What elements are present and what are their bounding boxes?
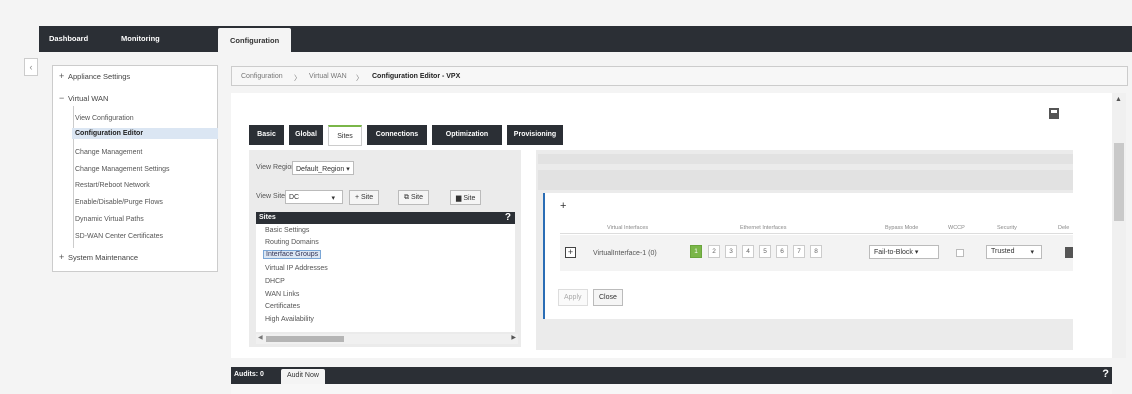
view-region-select[interactable]: Default_Region ▾ (292, 161, 354, 175)
breadcrumb-current: Configuration Editor - VPX (372, 73, 461, 80)
port-toggle-1[interactable]: 1 (690, 245, 702, 258)
view-site-select[interactable]: DC ▾ (285, 190, 343, 204)
sidebar-item-change-management[interactable]: Change Management (75, 149, 142, 156)
audits-bar: Audits: 0 Audit Now ? (231, 367, 1112, 384)
clone-site-button[interactable]: ⧉ Site (398, 190, 430, 205)
clone-icon: ⧉ (404, 194, 411, 201)
sidebar-item-system-maintenance[interactable]: + System Maintenance (59, 252, 138, 262)
port-toggle-3[interactable]: 3 (725, 245, 737, 258)
chevron-down-icon: ▾ (331, 195, 335, 202)
sites-header: Sites ? (256, 212, 515, 224)
sidebar-item-appliance-settings[interactable]: + Appliance Settings (59, 71, 130, 81)
sidebar-item-change-management-settings[interactable]: Change Management Settings (75, 166, 170, 173)
site-item-virtual-ip-addresses[interactable]: Virtual IP Addresses (265, 265, 328, 272)
site-item-dhcp[interactable]: DHCP (265, 278, 285, 285)
port-toggle-8[interactable]: 8 (810, 245, 822, 258)
chevron-right-icon: 〉 (356, 75, 363, 82)
add-interface-icon[interactable]: + (560, 200, 566, 212)
expand-icon[interactable]: + (565, 247, 576, 258)
tab-sites[interactable]: Sites (328, 125, 362, 146)
col-header-ethernet-interfaces: Ethernet Interfaces (740, 225, 787, 231)
audit-panel (231, 384, 1112, 394)
sidebar-item-enable-disable-purge-flows[interactable]: Enable/Disable/Purge Flows (75, 199, 163, 206)
vertical-scrollbar[interactable]: ▲ (1112, 93, 1126, 358)
apply-button[interactable]: Apply (558, 289, 588, 306)
view-site-label: View Site: (256, 193, 287, 200)
sidebar-item-configuration-editor[interactable]: Configuration Editor (72, 128, 218, 139)
minus-icon: − (59, 93, 65, 103)
col-header-security: Security (997, 225, 1017, 231)
audits-count: Audits: 0 (234, 371, 264, 378)
port-toggle-6[interactable]: 6 (776, 245, 788, 258)
help-icon[interactable]: ? (1102, 368, 1109, 380)
close-button[interactable]: Close (593, 289, 623, 306)
chevron-down-icon: ▾ (1030, 249, 1034, 256)
col-header-bypass-mode: Bypass Mode (885, 225, 919, 231)
chevron-left-icon: ‹ (29, 62, 33, 72)
port-toggle-7[interactable]: 7 (793, 245, 805, 258)
breadcrumb-configuration[interactable]: Configuration (241, 73, 283, 80)
port-toggle-4[interactable]: 4 (742, 245, 754, 258)
sidebar-item-dynamic-virtual-paths[interactable]: Dynamic Virtual Paths (75, 216, 144, 223)
tab-connections[interactable]: Connections (367, 125, 427, 145)
site-item-basic-settings[interactable]: Basic Settings (265, 227, 309, 234)
divider (538, 170, 1073, 190)
tab-provisioning[interactable]: Provisioning (507, 125, 563, 145)
tab-dashboard[interactable]: Dashboard (49, 26, 88, 52)
bypass-mode-select[interactable]: Fail-to-Block ▾ (869, 245, 939, 259)
col-header-delete: Dele (1058, 225, 1070, 231)
sites-tree: Basic Settings Routing Domains Interface… (256, 224, 515, 332)
tab-global[interactable]: Global (289, 125, 323, 145)
virtual-interface-name: VirtualInterface-1 (0) (593, 250, 657, 257)
scroll-right-icon[interactable]: ▶ (511, 334, 516, 341)
breadcrumb-virtual-wan[interactable]: Virtual WAN (309, 73, 347, 80)
header-divider (560, 233, 1073, 234)
site-item-high-availability[interactable]: High Availability (265, 316, 314, 323)
site-item-wan-links[interactable]: WAN Links (265, 291, 299, 298)
site-item-certificates[interactable]: Certificates (265, 303, 300, 310)
tab-basic[interactable]: Basic (249, 125, 284, 145)
add-site-button[interactable]: + Site (349, 190, 380, 205)
sidebar: + Appliance Settings − Virtual WAN View Co… (52, 65, 218, 272)
sidebar-collapse-button[interactable]: ‹ (24, 58, 38, 76)
view-region-label: View Region: (256, 164, 298, 171)
security-select[interactable]: Trusted ▾ (986, 245, 1042, 259)
tab-configuration[interactable]: Configuration (218, 28, 292, 52)
scroll-up-icon[interactable]: ▲ (1115, 96, 1122, 103)
chevron-right-icon: 〉 (294, 75, 301, 82)
plus-icon: + (59, 252, 65, 262)
divider (538, 154, 1073, 164)
site-item-interface-groups[interactable]: Interface Groups (263, 250, 322, 259)
save-icon[interactable] (1049, 108, 1059, 119)
top-bar: Dashboard Monitoring Configuration (0, 0, 1132, 52)
port-toggle-2[interactable]: 2 (708, 245, 720, 258)
port-toggle-5[interactable]: 5 (759, 245, 771, 258)
plus-icon: + (59, 71, 65, 81)
sidebar-item-view-configuration[interactable]: View Configuration (75, 115, 134, 122)
scrollbar-thumb[interactable] (1114, 143, 1124, 221)
scroll-left-icon[interactable]: ◀ (258, 334, 263, 341)
sidebar-item-sd-wan-center-certificates[interactable]: SD-WAN Center Certificates (75, 233, 163, 240)
help-icon[interactable]: ? (505, 212, 511, 223)
col-header-wccp: WCCP (948, 225, 965, 231)
delete-row-icon[interactable] (1065, 247, 1073, 258)
sidebar-item-virtual-wan[interactable]: − Virtual WAN (59, 93, 108, 103)
site-item-routing-domains[interactable]: Routing Domains (265, 239, 319, 246)
tab-optimization[interactable]: Optimization (432, 125, 502, 145)
audit-now-button[interactable]: Audit Now (281, 369, 325, 384)
scrollbar-thumb[interactable] (266, 336, 344, 342)
sidebar-item-restart-reboot-network[interactable]: Restart/Reboot Network (75, 182, 150, 189)
tab-monitoring[interactable]: Monitoring (121, 26, 160, 52)
horizontal-scrollbar[interactable]: ◀ ▶ (256, 334, 518, 344)
top-nav: Dashboard Monitoring Configuration (39, 26, 1132, 52)
col-header-virtual-interfaces: Virtual Interfaces (607, 225, 649, 231)
breadcrumb: Configuration 〉 Virtual WAN 〉 Configurat… (231, 66, 1128, 86)
delete-site-button[interactable]: ▆ Site (450, 190, 482, 205)
wccp-checkbox[interactable] (956, 249, 964, 257)
